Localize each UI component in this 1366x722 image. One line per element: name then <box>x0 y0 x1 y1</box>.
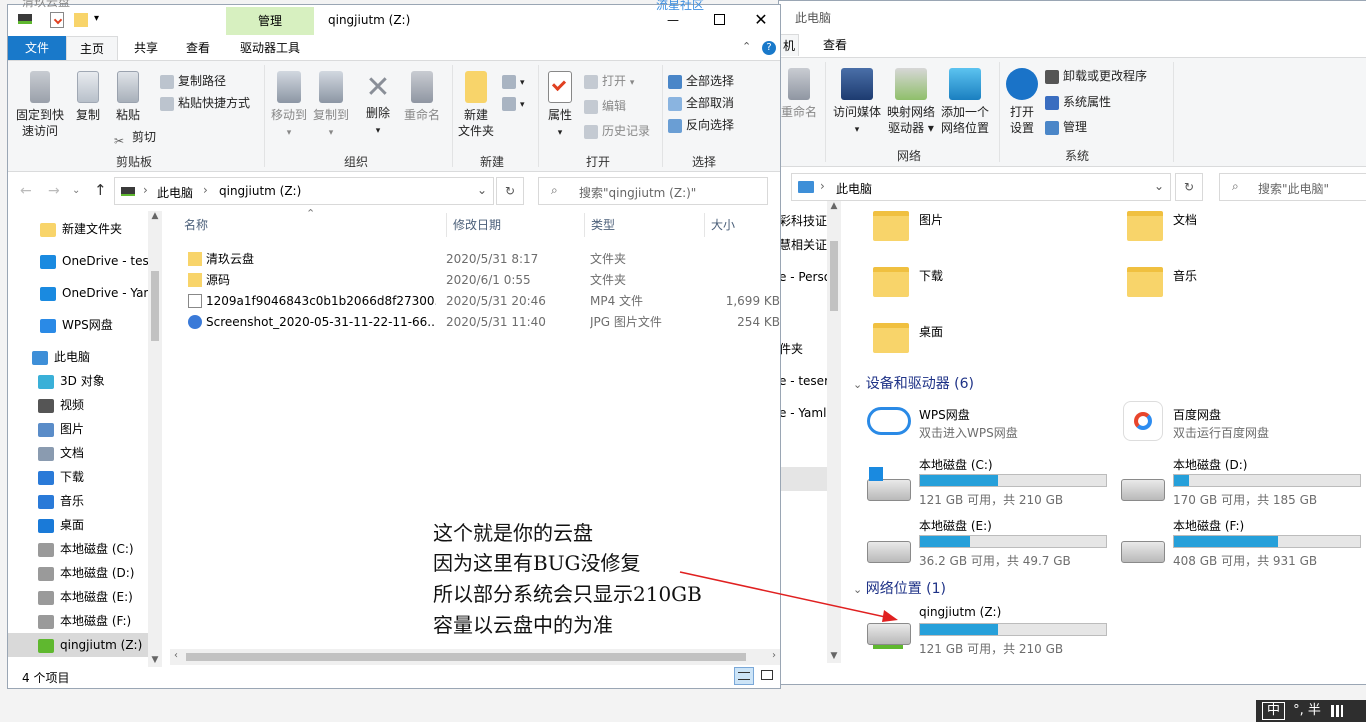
ime-indicator[interactable]: 中 °, 半 <box>1256 700 1366 722</box>
ime-mode-label: 中 <box>1262 702 1286 720</box>
ime-grid-icon <box>1331 704 1344 717</box>
annotation-arrow <box>679 571 898 622</box>
